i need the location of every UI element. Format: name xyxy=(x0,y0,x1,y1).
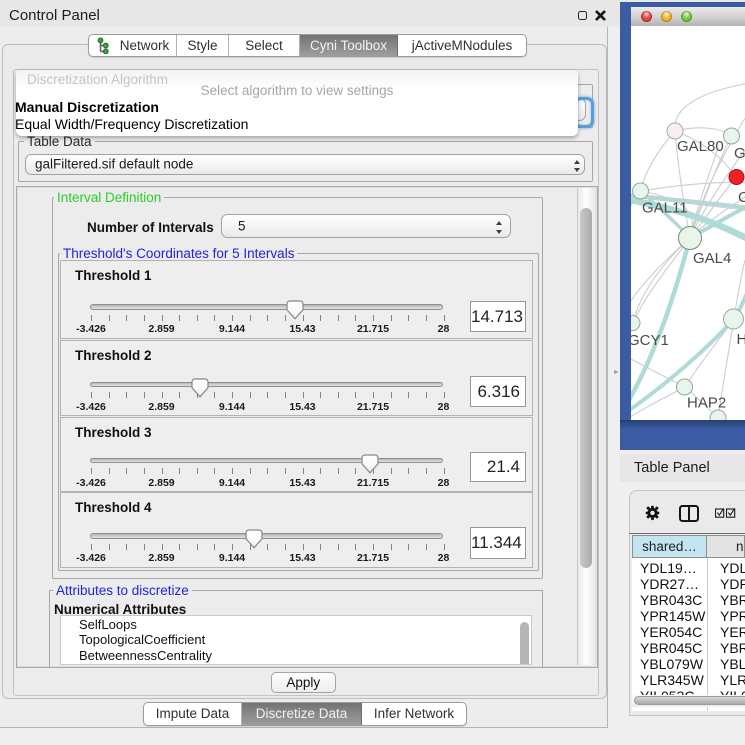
svg-text:GCY1: GCY1 xyxy=(631,332,669,349)
svg-text:C: C xyxy=(738,189,745,206)
svg-text:GAL11: GAL11 xyxy=(642,200,688,217)
svg-text:GAL4: GAL4 xyxy=(693,250,731,267)
svg-text:HAP2: HAP2 xyxy=(687,395,726,412)
svg-text:H: H xyxy=(737,331,745,348)
svg-text:G.: G. xyxy=(734,145,745,162)
svg-text:GAL80: GAL80 xyxy=(677,138,724,155)
